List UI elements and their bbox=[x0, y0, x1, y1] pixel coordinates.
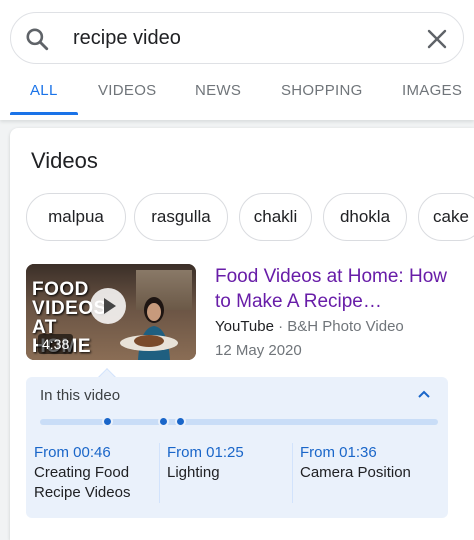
section-title: Videos bbox=[31, 148, 98, 173]
segment-divider bbox=[292, 443, 293, 503]
meta-separator: · bbox=[278, 318, 284, 335]
moment-label: Lighting bbox=[167, 464, 220, 481]
video-platform: YouTube bbox=[215, 318, 274, 335]
chip-malpua[interactable]: malpua bbox=[26, 193, 126, 241]
chip-chakli[interactable]: chakli bbox=[239, 193, 312, 241]
search-tabs: ALL VIDEOS NEWS SHOPPING IMAGES bbox=[0, 70, 474, 116]
moment-segment[interactable]: From 01:36 Camera Position bbox=[300, 443, 430, 483]
tab-videos[interactable]: VIDEOS bbox=[98, 82, 156, 99]
chevron-up-icon[interactable] bbox=[417, 389, 431, 399]
video-title-link[interactable]: Food Videos at Home: How to Make A Recip… bbox=[215, 264, 460, 314]
moment-time: From 01:36 bbox=[300, 444, 377, 461]
moment-marker[interactable] bbox=[158, 416, 169, 427]
tab-all[interactable]: ALL bbox=[30, 82, 58, 99]
refinement-chips: malpua rasgulla chakli dhokla cake bbox=[24, 193, 474, 243]
search-bar[interactable] bbox=[10, 12, 464, 64]
moment-time: From 01:25 bbox=[167, 444, 244, 461]
moment-marker[interactable] bbox=[102, 416, 113, 427]
play-icon[interactable] bbox=[90, 288, 126, 324]
segment-divider bbox=[159, 443, 160, 503]
chip-dhokla[interactable]: dhokla bbox=[323, 193, 407, 241]
moment-segment[interactable]: From 00:46 Creating Food Recipe Videos bbox=[34, 443, 164, 503]
key-moments-panel: In this video From 00:46 Creating Food R… bbox=[26, 377, 448, 518]
moment-marker[interactable] bbox=[175, 416, 186, 427]
active-tab-indicator bbox=[10, 112, 78, 115]
key-moments-header: In this video bbox=[40, 387, 121, 404]
tab-news[interactable]: NEWS bbox=[195, 82, 241, 99]
video-source: YouTube · B&H Photo Video bbox=[215, 318, 404, 335]
chip-rasgulla[interactable]: rasgulla bbox=[134, 193, 228, 241]
close-icon[interactable] bbox=[425, 27, 449, 51]
tab-images[interactable]: IMAGES bbox=[402, 82, 462, 99]
header: ALL VIDEOS NEWS SHOPPING IMAGES bbox=[0, 0, 474, 120]
moments-timeline bbox=[40, 416, 438, 427]
tab-shopping[interactable]: SHOPPING bbox=[281, 82, 363, 99]
chip-cake[interactable]: cake bbox=[418, 193, 474, 241]
videos-card: Videos malpua rasgulla chakli dhokla cak… bbox=[10, 128, 474, 540]
moment-label: Camera Position bbox=[300, 464, 411, 481]
food-plate-image bbox=[120, 335, 178, 351]
video-channel: B&H Photo Video bbox=[287, 318, 404, 335]
moment-label: Creating Food Recipe Videos bbox=[34, 464, 131, 501]
video-date: 12 May 2020 bbox=[215, 342, 302, 359]
moment-time: From 00:46 bbox=[34, 444, 111, 461]
video-thumbnail[interactable]: FOOD VIDEOS AT HOME 4:38 bbox=[26, 264, 196, 360]
search-input[interactable] bbox=[73, 21, 413, 55]
video-duration: 4:38 bbox=[38, 334, 74, 354]
search-icon[interactable] bbox=[24, 26, 50, 52]
moment-segment[interactable]: From 01:25 Lighting bbox=[167, 443, 297, 483]
